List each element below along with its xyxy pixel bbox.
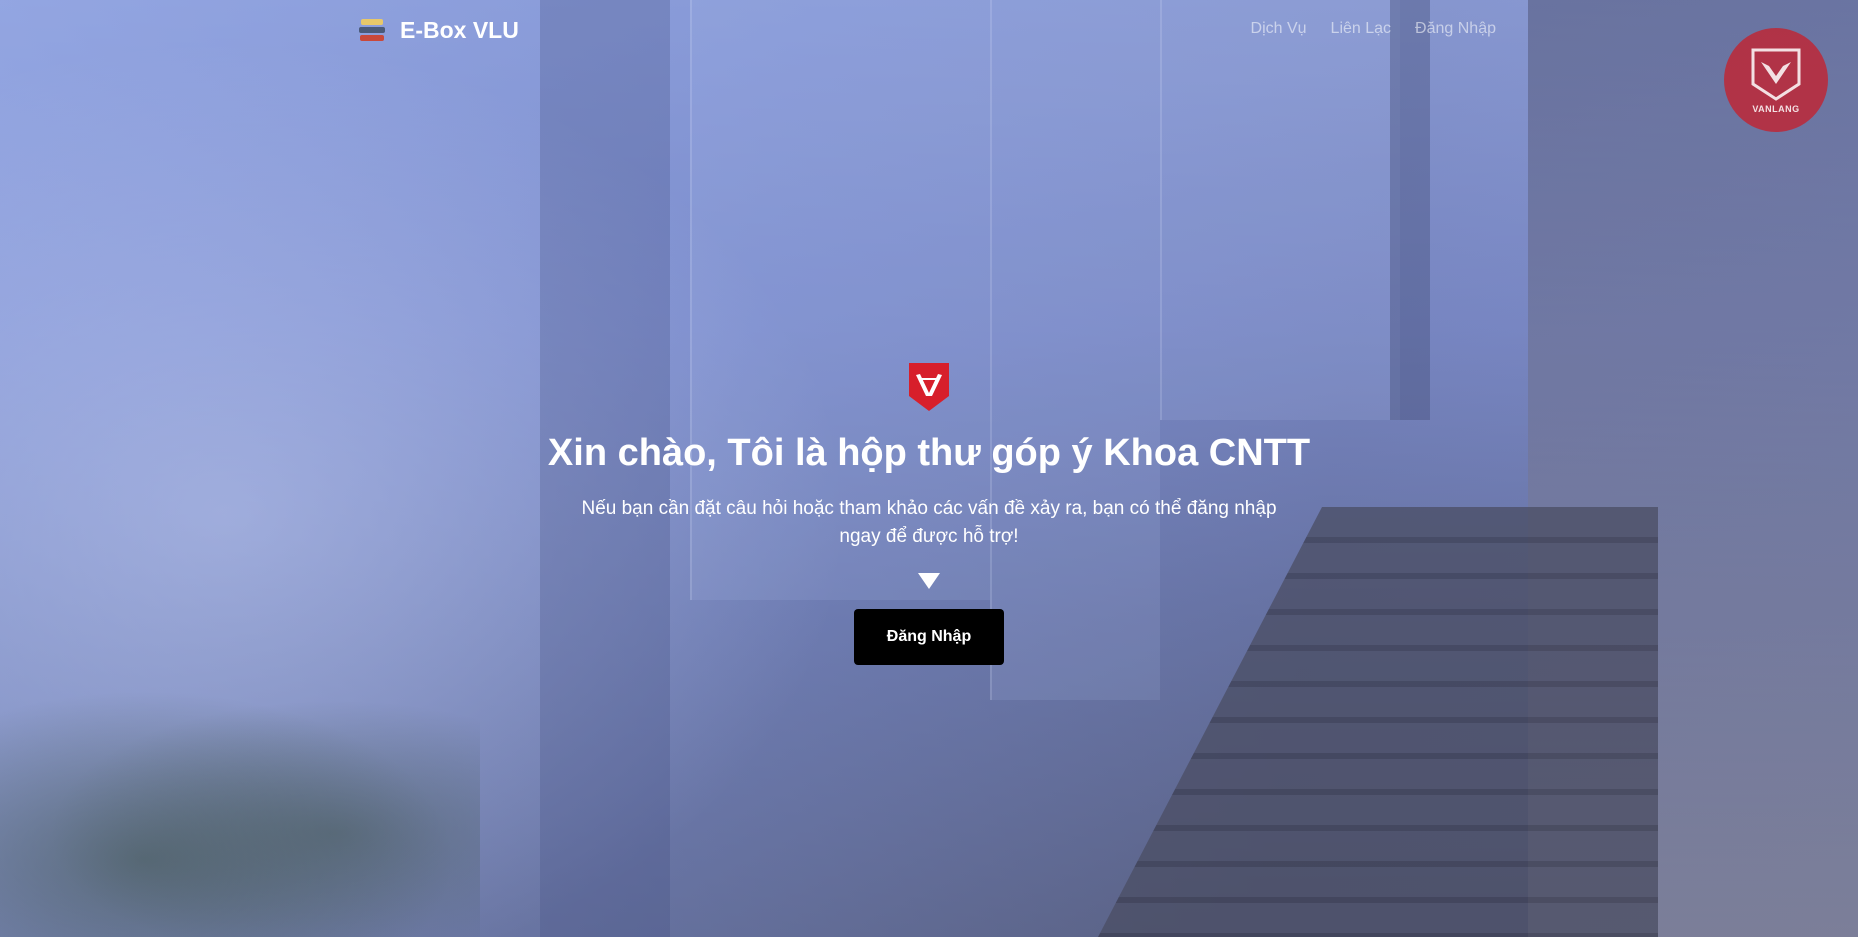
hero-headline: Xin chào, Tôi là hộp thư góp ý Khoa CNTT [547,432,1311,474]
nav-link-login[interactable]: Đăng Nhập [1415,20,1496,38]
down-arrow-icon [918,573,940,589]
hero-section: E-Box VLU Dịch Vụ Liên Lạc Đăng Nhập VAN… [0,0,1858,937]
vanlang-shield-logo [1751,48,1801,101]
login-button[interactable]: Đăng Nhập [854,609,1004,665]
navbar: E-Box VLU Dịch Vụ Liên Lạc Đăng Nhập [0,0,1858,64]
books-icon [358,16,386,44]
corner-logo-text: VANLANG [1752,104,1800,114]
nav-link-services[interactable]: Dịch Vụ [1251,20,1307,38]
nav-links: Dịch Vụ Liên Lạc Đăng Nhập [1251,20,1496,38]
nav-link-contact[interactable]: Liên Lạc [1331,20,1392,38]
brand-name: E-Box VLU [400,16,519,43]
vanlang-shield-icon [909,363,949,411]
hero-content: Xin chào, Tôi là hộp thư góp ý Khoa CNTT… [0,362,1858,665]
brand[interactable]: E-Box VLU [358,16,519,44]
hero-subtitle: Nếu bạn cần đặt câu hỏi hoặc tham khảo c… [581,498,1277,547]
vanlang-corner-logo: VANLANG [1724,28,1828,132]
